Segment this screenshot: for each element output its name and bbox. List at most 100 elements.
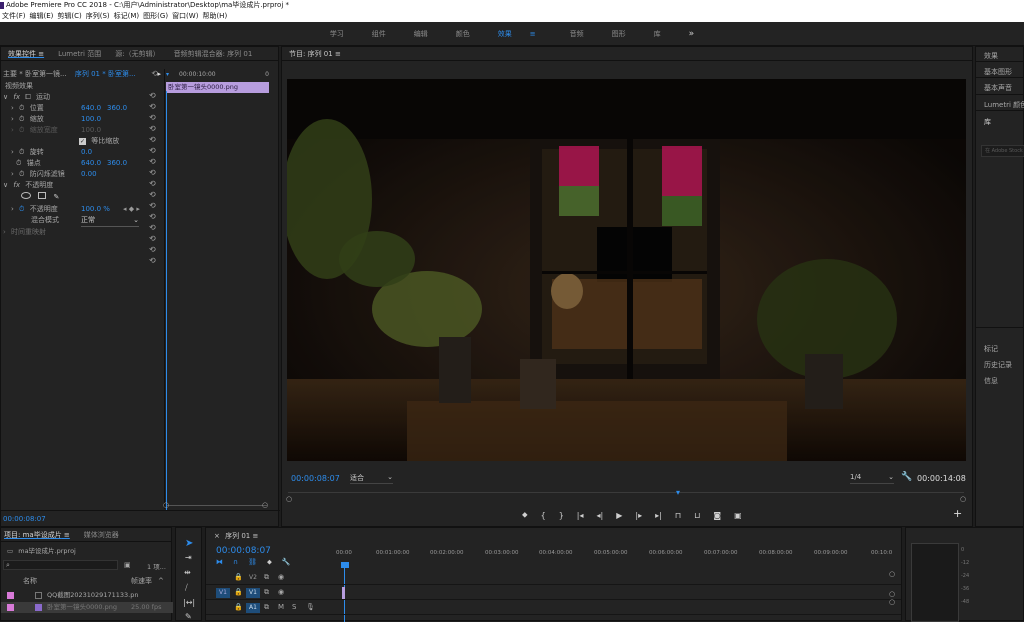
export-frame-icon[interactable]: ◙ (713, 511, 721, 520)
track-name[interactable]: V1 (246, 588, 260, 598)
playhead-marker-icon[interactable]: ▾ (676, 488, 680, 497)
playhead-icon[interactable]: ▾ (166, 69, 169, 81)
panel-effects[interactable]: 效果 (984, 51, 998, 61)
expand-arrow-icon[interactable]: ∨ (3, 181, 8, 189)
extract-icon[interactable]: ⊔ (694, 511, 700, 520)
scale-value[interactable]: 100.0 (81, 114, 101, 125)
reset-icon[interactable]: ⟲ (149, 223, 163, 234)
expand-arrow-icon[interactable]: › (11, 148, 14, 156)
eye-icon[interactable]: ◉ (278, 573, 284, 581)
checkbox-checked-icon[interactable]: ✓ (79, 138, 86, 145)
clip-bar[interactable]: 卧室第一镜头0000.png (166, 82, 269, 93)
motion-row[interactable]: ∨ fx ⧠ 运动 (3, 92, 166, 103)
nest-icon[interactable]: ⧓ (216, 558, 223, 568)
menu-marker[interactable]: 标记(M) (112, 11, 142, 22)
expand-arrow-icon[interactable]: ∨ (3, 93, 8, 101)
reset-icon[interactable]: ⟲ (149, 201, 163, 212)
panel-info[interactable]: 信息 (984, 376, 998, 386)
tab-media-browser[interactable]: 媒体浏览器 (77, 530, 126, 540)
selection-tool-icon[interactable]: ➤ (185, 538, 193, 549)
track-select-tool-icon[interactable]: ⇥ (185, 553, 192, 562)
expand-arrow-icon[interactable]: › (3, 228, 6, 236)
column-name[interactable]: 名称 (23, 576, 37, 587)
linked-selection-icon[interactable]: ⛓ (248, 558, 257, 568)
workspace-editing[interactable]: 编辑 (400, 29, 442, 39)
mark-in-icon[interactable]: { (541, 511, 546, 520)
timeline-timecode[interactable]: 00:00:08:07 (216, 546, 271, 556)
motion-transform-icon[interactable]: ⧠ (25, 93, 31, 101)
opacity-value[interactable]: 100.0 % (81, 204, 110, 215)
project-search-input[interactable]: ⌕ (3, 560, 118, 570)
go-to-in-icon[interactable]: |◂ (577, 511, 584, 520)
workspace-color[interactable]: 颜色 (442, 29, 484, 39)
menu-edit[interactable]: 编辑(E) (28, 11, 56, 22)
panel-libraries[interactable]: 库 (984, 117, 991, 127)
go-to-out-icon[interactable]: ▸| (655, 511, 662, 520)
mute-icon[interactable]: M (278, 603, 284, 611)
resolution-select[interactable]: 1/4 ⌄ (850, 473, 894, 484)
add-marker-icon[interactable]: ⬥ (267, 558, 272, 568)
list-item[interactable]: QQ截图20231029171133.pn (1, 590, 173, 601)
adobe-stock-search[interactable]: 在 Adobe Stock (981, 145, 1024, 157)
playhead-timecode[interactable]: 00:00:08:07 (291, 474, 340, 483)
lock-icon[interactable]: 🔒 (234, 603, 243, 611)
panel-essential-graphics[interactable]: 基本图形 (984, 67, 1012, 77)
stopwatch-icon[interactable]: ⏱ (19, 170, 24, 178)
pen-tool-icon[interactable]: ✎ (185, 612, 192, 621)
sync-lock-icon[interactable]: ⧉ (264, 573, 269, 582)
program-video-frame[interactable] (287, 79, 966, 461)
scrub-bar[interactable] (288, 492, 964, 500)
reset-icon[interactable]: ⟲ (149, 190, 163, 201)
scroll-handle-icon[interactable]: ○ (889, 570, 895, 578)
track-name[interactable]: A1 (246, 603, 260, 613)
snap-magnet-icon[interactable]: ∩ (233, 558, 238, 568)
workspace-learn[interactable]: 学习 (316, 29, 358, 39)
workspace-libraries[interactable]: 库 (640, 29, 675, 39)
expand-arrow-icon[interactable]: › (11, 104, 14, 112)
lock-icon[interactable]: 🔒 (234, 588, 243, 596)
panel-history[interactable]: 历史记录 (984, 360, 1012, 370)
lift-icon[interactable]: ⊓ (675, 511, 681, 520)
close-icon[interactable]: × (214, 532, 220, 540)
scroll-handle-icon[interactable]: ○ (889, 598, 895, 606)
reset-icon[interactable]: ⟲ (149, 157, 163, 168)
razor-tool-icon[interactable]: ⧸ (185, 583, 188, 593)
menu-graphics[interactable]: 图形(G) (141, 11, 170, 22)
tab-audio-clip-mixer[interactable]: 音频剪辑混合器: 序列 01 (167, 49, 260, 59)
reset-icon[interactable]: ⟲ (149, 168, 163, 179)
solo-icon[interactable]: S (292, 603, 296, 611)
ellipse-mask-icon[interactable] (21, 192, 31, 199)
new-bin-icon[interactable]: ▣ (124, 561, 131, 569)
tab-sequence[interactable]: × 序列 01 ≡ (214, 531, 258, 541)
anchor-x-value[interactable]: 640.0 (81, 158, 101, 169)
fit-select[interactable]: 适合 ⌄ (350, 473, 393, 484)
reset-icon[interactable]: ⟲ (149, 124, 163, 135)
timeline-ruler[interactable]: 00:00 00:01:00:00 00:02:00:00 00:03:00:0… (336, 550, 896, 564)
stopwatch-active-icon[interactable]: ⏱ (19, 205, 24, 213)
reset-icon[interactable]: ⟲ (149, 234, 163, 245)
step-back-icon[interactable]: ◂| (597, 511, 604, 520)
stopwatch-icon[interactable]: ⏱ (19, 115, 24, 123)
timeline-clip[interactable] (342, 587, 345, 599)
menu-help[interactable]: 帮助(H) (200, 11, 229, 22)
list-item[interactable]: 卧室第一镜头0000.png 25.00 fps (1, 602, 173, 613)
scrub-start-handle-icon[interactable]: ○ (286, 495, 292, 503)
uniform-scale-row[interactable]: ✓ 等比缩放 (79, 136, 119, 147)
add-marker-icon[interactable]: ⬥ (522, 510, 528, 520)
scroll-handle-left-icon[interactable]: ○ (163, 501, 169, 509)
sort-up-icon[interactable]: ^ (158, 576, 164, 587)
lock-icon[interactable]: 🔒 (234, 573, 243, 581)
scroll-handle-icon[interactable]: ○ (889, 590, 895, 598)
reset-icon[interactable]: ⟲ (149, 256, 163, 267)
workspace-graphics[interactable]: 图形 (598, 29, 640, 39)
mark-out-icon[interactable]: } (559, 511, 564, 520)
reset-icon[interactable]: ⟲ (149, 212, 163, 223)
play-icon[interactable]: ▶ (616, 511, 622, 520)
reset-icon[interactable]: ⟲ (149, 135, 163, 146)
pen-mask-icon[interactable]: ✎ (53, 193, 59, 201)
slip-tool-icon[interactable]: |↔| (183, 598, 195, 607)
panel-essential-sound[interactable]: 基本声音 (984, 83, 1012, 93)
tab-program[interactable]: 节目: 序列 01 ≡ (282, 49, 348, 59)
tab-lumetri-scopes[interactable]: Lumetri 范围 (51, 49, 108, 59)
sync-lock-icon[interactable]: ⧉ (264, 603, 269, 612)
